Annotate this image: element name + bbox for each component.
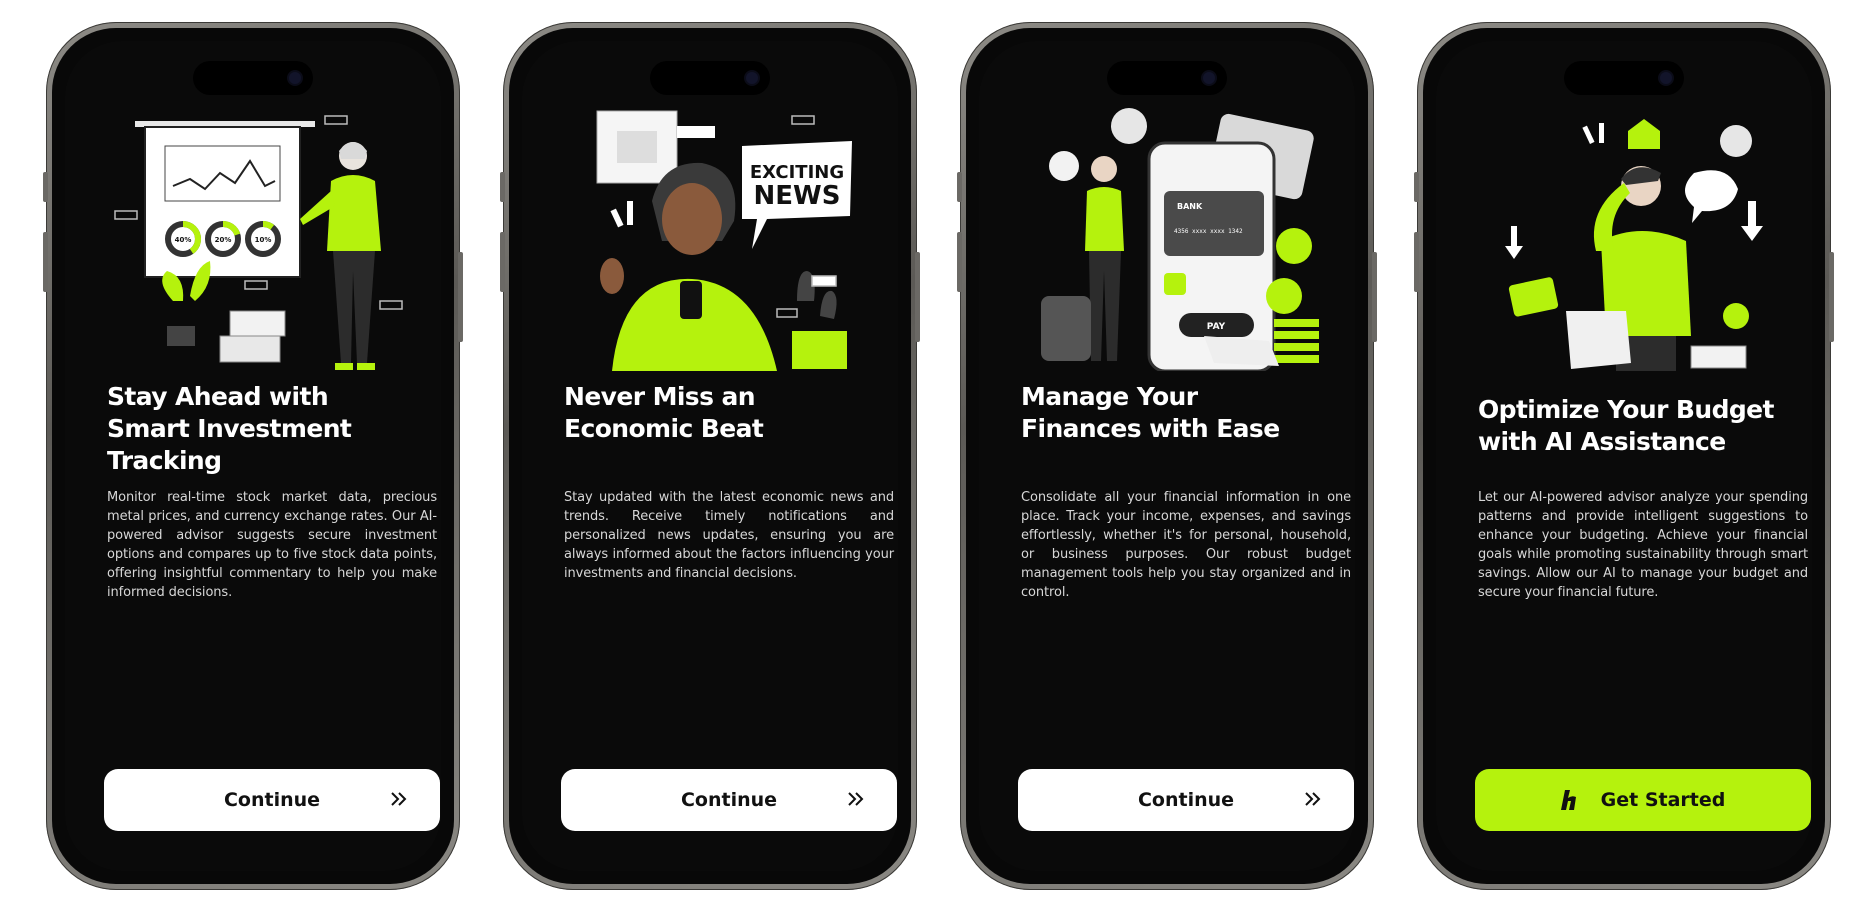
camera-icon <box>289 72 301 84</box>
news-speech-bubble: EXCITING NEWS <box>742 141 852 249</box>
power-button <box>1829 252 1834 342</box>
decor-strip <box>677 126 715 138</box>
check-bubble-icon <box>1049 151 1079 181</box>
phone-frame-2: EXCITING NEWS Never Miss an Economic Bea… <box>500 22 920 890</box>
screen-title: Optimize Your Budget with AI Assistance <box>1478 394 1808 458</box>
onboarding-screen-3: BANK 4356 xxxx xxxx 1342 PAY Manage Your… <box>979 41 1355 871</box>
phone-frame-3: BANK 4356 xxxx xxxx 1342 PAY Manage Your… <box>957 22 1377 890</box>
arrow-down-icon <box>1741 201 1763 241</box>
exclamation-icon <box>610 201 633 228</box>
news-sign-line-1: EXCITING <box>750 162 844 183</box>
bank-card <box>1164 191 1264 256</box>
dynamic-island <box>1564 61 1684 95</box>
exclamation-icon <box>1582 123 1604 145</box>
pay-label: PAY <box>1207 322 1226 332</box>
screen-title: Manage Your Finances with Ease <box>1021 381 1351 445</box>
continue-label: Continue <box>223 789 321 811</box>
app-logo-icon <box>1164 273 1186 295</box>
screen-description: Monitor real-time stock market data, pre… <box>107 490 437 600</box>
camera-icon <box>1203 72 1215 84</box>
camera-icon <box>1660 72 1672 84</box>
double-chevron-right-icon <box>391 792 407 806</box>
power-button <box>1372 252 1377 342</box>
screen-title: Never Miss an Economic Beat <box>564 381 894 445</box>
title-line-1: Never Miss an <box>564 382 756 411</box>
action-button <box>500 172 505 202</box>
continue-label: Continue <box>680 789 778 811</box>
donut-label-3: 10% <box>255 236 272 244</box>
boxes-stack <box>219 310 286 363</box>
screen-title: Stay Ahead with Smart Investment Trackin… <box>107 381 437 477</box>
donut-label-2: 20% <box>215 236 232 244</box>
bank-card-number: 4356 xxxx xxxx 1342 <box>1174 228 1243 235</box>
app-logo-icon <box>1560 790 1576 810</box>
dynamic-island <box>1107 61 1227 95</box>
mobile-banking-illustration: BANK 4356 xxxx xxxx 1342 PAY <box>1041 108 1319 371</box>
volume-up-button <box>500 232 505 292</box>
title-line-3: Tracking <box>107 446 222 475</box>
phone-icon <box>680 281 702 319</box>
onboarding-screen-1: 40% 20% 10% Stay Ahead with Smart Invest… <box>65 41 441 871</box>
stressed-budget-illustration <box>1505 119 1763 371</box>
power-button <box>458 252 463 342</box>
box-icon <box>1690 345 1747 369</box>
coin-icon <box>1720 125 1752 157</box>
double-chevron-right-icon <box>1305 792 1321 806</box>
action-button <box>957 172 962 202</box>
arrow-down-icon <box>1505 226 1523 259</box>
dollar-coin-icon <box>1276 228 1312 264</box>
dynamic-island <box>193 61 313 95</box>
continue-button[interactable]: Continue <box>1018 769 1354 831</box>
news-sign-line-2: NEWS <box>754 181 841 211</box>
continue-label: Continue <box>1137 789 1235 811</box>
title-line-1: Stay Ahead with <box>107 382 329 411</box>
screen-description: Let our AI-powered advisor analyze your … <box>1478 490 1808 600</box>
picture-frame-inner <box>617 131 657 163</box>
volume-up-button <box>957 232 962 292</box>
continue-button[interactable]: Continue <box>104 769 440 831</box>
double-chevron-right-icon <box>848 792 864 806</box>
house-icon <box>1628 119 1660 149</box>
title-line-2: Economic Beat <box>564 414 764 443</box>
donut-label-1: 40% <box>175 236 192 244</box>
onboarding-screen-2: EXCITING NEWS Never Miss an Economic Bea… <box>522 41 898 871</box>
action-button <box>43 172 48 202</box>
camera-icon <box>746 72 758 84</box>
title-line-2: Finances with Ease <box>1021 414 1280 443</box>
phone-frame-1: 40% 20% 10% Stay Ahead with Smart Invest… <box>43 22 463 890</box>
investment-presentation-illustration: 40% 20% 10% <box>114 115 403 370</box>
dollar-coin-icon <box>1723 303 1749 329</box>
dynamic-island <box>650 61 770 95</box>
title-line-2: with AI Assistance <box>1478 427 1726 456</box>
breaking-news-illustration: EXCITING NEWS <box>596 110 852 371</box>
presenter-woman <box>300 142 381 370</box>
coin-icon <box>1111 108 1147 144</box>
card-icon <box>1508 277 1559 317</box>
receipt-icon <box>1566 311 1631 369</box>
title-line-2: Smart Investment <box>107 414 352 443</box>
bank-card-label: BANK <box>1177 202 1203 211</box>
continue-button[interactable]: Continue <box>561 769 897 831</box>
volume-up-button <box>1414 232 1419 292</box>
volume-up-button <box>43 232 48 292</box>
power-button <box>915 252 920 342</box>
wallet-icon <box>1041 296 1091 361</box>
title-line-1: Optimize Your Budget <box>1478 395 1774 424</box>
get-started-button[interactable]: Get Started <box>1475 769 1811 831</box>
title-line-1: Manage Your <box>1021 382 1198 411</box>
phone-frame-4: Optimize Your Budget with AI Assistance … <box>1414 22 1834 890</box>
get-started-label: Get Started <box>1600 789 1726 811</box>
screen-description: Consolidate all your financial informati… <box>1021 490 1351 600</box>
screen-description: Stay updated with the latest economic ne… <box>564 490 894 581</box>
trend-down-bubble-icon <box>1685 170 1738 223</box>
action-button <box>1414 172 1419 202</box>
onboarding-screen-4: Optimize Your Budget with AI Assistance … <box>1436 41 1812 871</box>
